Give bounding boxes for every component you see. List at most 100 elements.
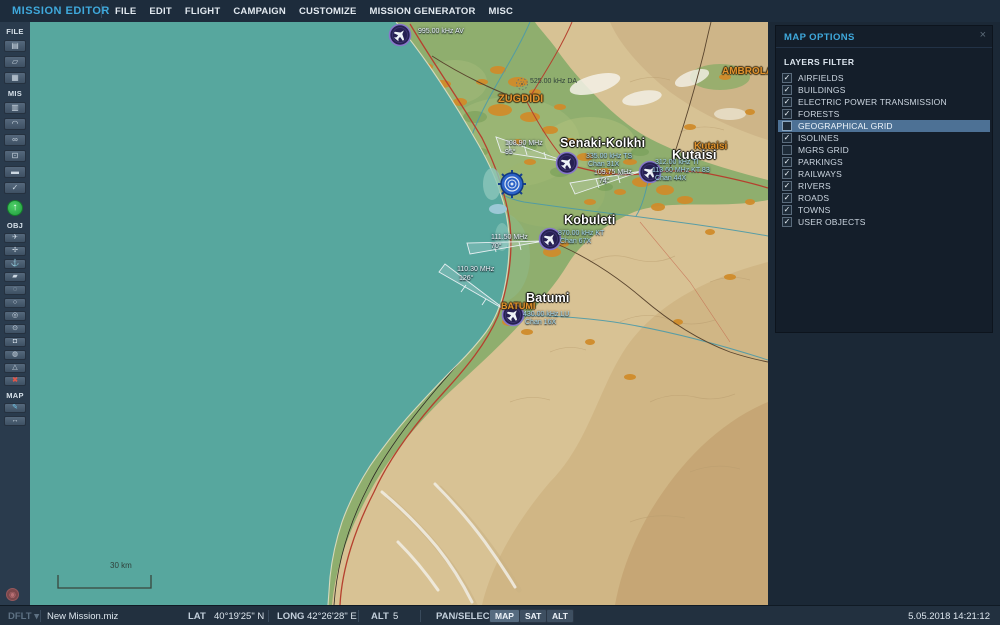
checkbox-icon[interactable]: ✓ — [782, 217, 792, 227]
triggers-button[interactable]: ⊡ — [4, 150, 26, 162]
theme-dropdown[interactable]: DFLT ▾ — [8, 611, 39, 622]
checkbox-icon[interactable]: ✓ — [782, 205, 792, 215]
chevron-down-icon: ▾ — [34, 611, 39, 622]
layer-row-geographical-grid[interactable]: GEOGRAPHICAL GRID — [778, 120, 990, 132]
checkbox-icon[interactable]: ✓ — [782, 157, 792, 167]
save-mission-button[interactable]: ▦ — [4, 72, 26, 84]
measure-tool-button[interactable]: ✎ — [4, 403, 26, 413]
checkbox-icon[interactable] — [782, 121, 792, 131]
lat-value: 40°19'25" N — [214, 611, 265, 622]
status-indicator-icon[interactable]: ◉ — [6, 588, 19, 601]
status-bar: DFLT ▾ New Mission.miz LAT 40°19'25" N L… — [0, 605, 1000, 625]
delete-object-button[interactable]: ✖ — [4, 376, 26, 386]
section-label-map: MAP — [6, 391, 24, 400]
add-waypoint-button[interactable]: ○ — [4, 298, 26, 308]
layer-label: TOWNS — [798, 205, 831, 215]
airfield-icon-north[interactable] — [388, 23, 412, 47]
menu-file[interactable]: FILE — [115, 6, 136, 17]
checkbox-icon[interactable] — [782, 145, 792, 155]
layer-label: GEOGRAPHICAL GRID — [798, 121, 893, 131]
menu-campaign[interactable]: CAMPAIGN — [233, 6, 286, 17]
layers-list: ✓ AIRFIELDS ✓ BUILDINGS ✓ ELECTRIC POWER TR… — [778, 72, 990, 228]
lake — [489, 204, 507, 214]
map-viewport[interactable]: 995.00 kHz AV 525.00 kHz DA ZUGDIDI AMBR… — [30, 22, 768, 605]
ils-label: 111.50 MHz — [491, 234, 528, 241]
section-label-file: FILE — [6, 27, 24, 36]
map-options-panel: MAP OPTIONS × LAYERS FILTER ✓ AIRFIELDS ✓… — [775, 25, 993, 333]
divider — [268, 610, 269, 622]
add-trigger-zone-button[interactable]: ⊙ — [4, 324, 26, 334]
checkbox-icon[interactable]: ✓ — [782, 109, 792, 119]
panel-title: MAP OPTIONS — [784, 32, 855, 43]
map-canvas[interactable] — [30, 22, 768, 605]
checkbox-icon[interactable]: ✓ — [782, 169, 792, 179]
lat-label: LAT — [188, 611, 206, 622]
view-sat-button[interactable]: SAT — [519, 609, 548, 623]
layer-row-user-objects[interactable]: ✓ USER OBJECTS — [778, 216, 990, 228]
layer-row-airfields[interactable]: ✓ AIRFIELDS — [778, 72, 990, 84]
long-value: 42°26'28" E — [307, 611, 357, 622]
layer-row-roads[interactable]: ✓ ROADS — [778, 192, 990, 204]
layer-label: PARKINGS — [798, 157, 843, 167]
layer-row-electric-power[interactable]: ✓ ELECTRIC POWER TRANSMISSION — [778, 96, 990, 108]
divider — [358, 610, 359, 622]
layer-row-buildings[interactable]: ✓ BUILDINGS — [778, 84, 990, 96]
menu-customize[interactable]: CUSTOMIZE — [299, 6, 357, 17]
layer-row-railways[interactable]: ✓ RAILWAYS — [778, 168, 990, 180]
goals-button[interactable]: ▬ — [4, 166, 26, 178]
layer-row-rivers[interactable]: ✓ RIVERS — [778, 180, 990, 192]
layer-row-towns[interactable]: ✓ TOWNS — [778, 204, 990, 216]
checkbox-icon[interactable]: ✓ — [782, 181, 792, 191]
ruler-tool-button[interactable]: ↔ — [4, 416, 26, 426]
layer-row-mgrs-grid[interactable]: MGRS GRID — [778, 144, 990, 156]
new-mission-button[interactable]: ▤ — [4, 40, 26, 52]
ils-label: 74° — [599, 178, 610, 185]
airfield-icon-senaki[interactable] — [555, 151, 579, 175]
validate-button[interactable]: ✓ — [4, 182, 26, 194]
checkbox-icon[interactable]: ✓ — [782, 133, 792, 143]
menu-mission-generator[interactable]: MISSION GENERATOR — [370, 6, 476, 17]
alt-value: 5 — [393, 611, 399, 622]
add-template-button[interactable]: ◎ — [4, 311, 26, 321]
airfield-label-batumi: Batumi — [526, 291, 570, 305]
layer-label: USER OBJECTS — [798, 217, 866, 227]
add-vehicle-button[interactable]: ▰ — [4, 272, 26, 282]
beacon-label: Chan 16X — [525, 319, 557, 326]
add-farp-button[interactable]: ◍ — [4, 350, 26, 360]
layer-label: FORESTS — [798, 109, 840, 119]
ils-label: 109.75 MHz — [594, 169, 632, 176]
failures-button[interactable]: ∞ — [4, 134, 26, 146]
close-icon[interactable]: × — [980, 30, 986, 41]
checkbox-icon[interactable]: ✓ — [782, 85, 792, 95]
add-group-button[interactable]: ◌ — [4, 285, 26, 295]
beacon-label: 430.00 kHz LU — [523, 311, 570, 318]
menu-flight[interactable]: FLIGHT — [185, 6, 221, 17]
divider — [40, 610, 41, 622]
view-alt-button[interactable]: ALT — [546, 609, 574, 623]
weather-button[interactable]: ◠ — [4, 118, 26, 130]
layer-label: ELECTRIC POWER TRANSMISSION — [798, 97, 947, 107]
beacon-label: Chan 31X — [588, 161, 620, 168]
menu-misc[interactable]: MISC — [489, 6, 514, 17]
add-helicopter-button[interactable]: ✢ — [4, 246, 26, 256]
checkbox-icon[interactable]: ✓ — [782, 73, 792, 83]
ils-label: 126° — [459, 275, 474, 282]
layer-row-isolines[interactable]: ✓ ISOLINES — [778, 132, 990, 144]
checkbox-icon[interactable]: ✓ — [782, 193, 792, 203]
bullseye-icon[interactable] — [498, 170, 526, 198]
checkbox-icon[interactable]: ✓ — [782, 97, 792, 107]
menu-edit[interactable]: EDIT — [149, 6, 171, 17]
beacon-label: Chan 67X — [560, 238, 592, 245]
mission-info-button[interactable]: ▥ — [4, 102, 26, 114]
add-shape-button[interactable]: △ — [4, 363, 26, 373]
fly-mission-button[interactable]: ↑ — [7, 200, 23, 216]
add-ship-button[interactable]: ⚓ — [4, 259, 26, 269]
layer-row-parkings[interactable]: ✓ PARKINGS — [778, 156, 990, 168]
add-static-button[interactable]: ◘ — [4, 337, 26, 347]
town-label-zugdidi: ZUGDIDI — [498, 93, 544, 105]
view-map-button[interactable]: MAP — [489, 609, 520, 623]
layer-label: ROADS — [798, 193, 830, 203]
layer-row-forests[interactable]: ✓ FORESTS — [778, 108, 990, 120]
add-aircraft-button[interactable]: ✈ — [4, 233, 26, 243]
open-mission-button[interactable]: ▱ — [4, 56, 26, 68]
